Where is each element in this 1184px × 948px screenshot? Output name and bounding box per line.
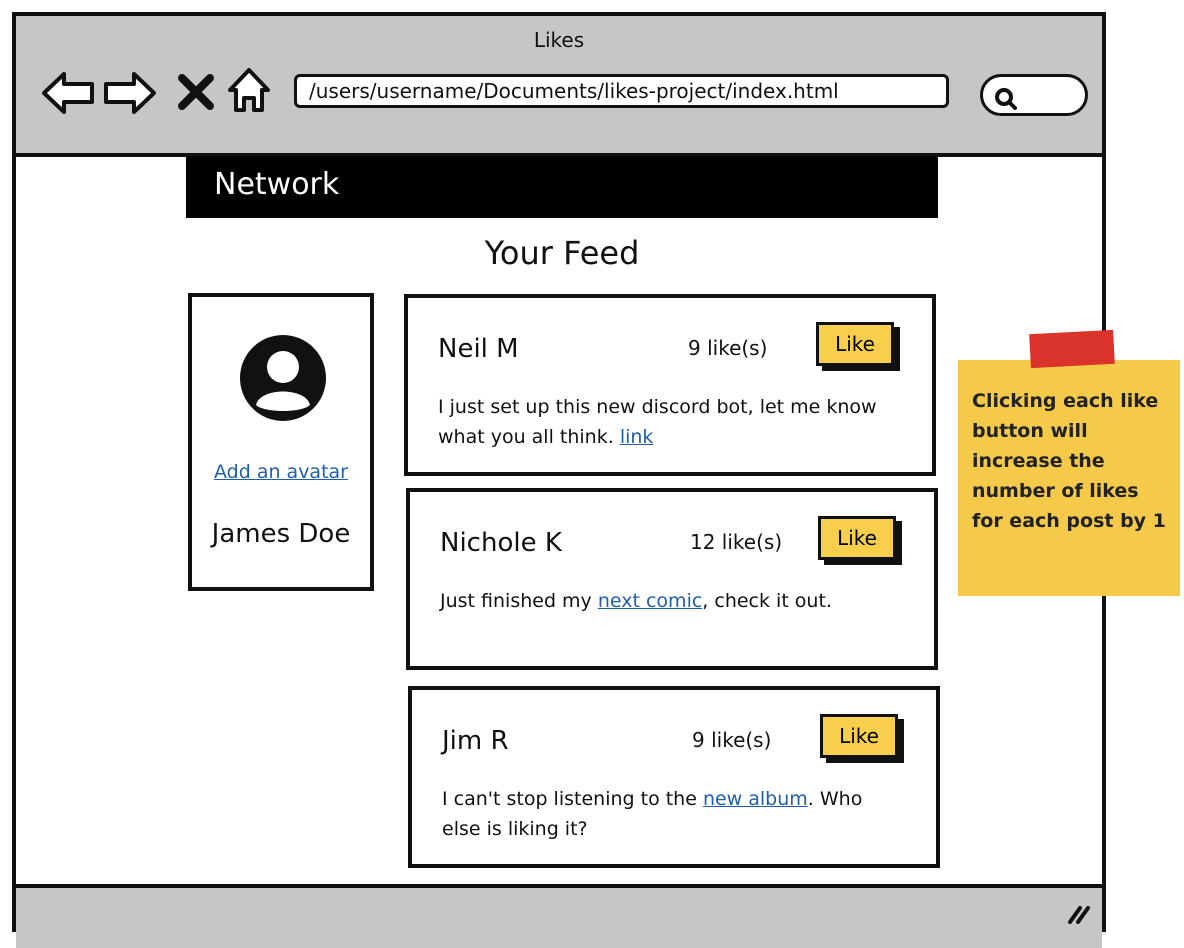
like-count: 9 like(s): [688, 336, 768, 360]
profile-card: Add an avatar James Doe: [188, 293, 374, 591]
profile-name: James Doe: [211, 519, 351, 549]
post-author: Jim R: [442, 726, 509, 756]
browser-window: Likes /users/username/Documents/likes-pr…: [12, 12, 1106, 948]
browser-chrome: Likes /users/username/Documents/likes-pr…: [16, 16, 1102, 157]
post-link[interactable]: new album: [703, 788, 808, 810]
search-icon: [995, 88, 1017, 110]
post-text-segment: , check it out.: [702, 590, 832, 612]
user-avatar-icon: [238, 333, 328, 427]
add-avatar-link[interactable]: Add an avatar: [192, 461, 370, 483]
like-button[interactable]: Like: [816, 322, 894, 366]
post-text: Just finished my next comic, check it ou…: [440, 586, 904, 616]
forward-arrow-icon[interactable]: [102, 70, 158, 120]
post-link[interactable]: link: [620, 426, 654, 448]
post-card: Jim R 9 like(s) Like I can't stop listen…: [408, 686, 940, 868]
like-button[interactable]: Like: [820, 714, 898, 758]
post-author: Nichole K: [440, 528, 562, 558]
sticky-note: Clicking each like button will increase …: [958, 360, 1180, 596]
post-text: I can't stop listening to the new album.…: [442, 784, 906, 844]
window-title: Likes: [533, 28, 585, 52]
back-arrow-icon[interactable]: [40, 70, 96, 120]
address-bar[interactable]: /users/username/Documents/likes-project/…: [294, 74, 949, 108]
post-text-segment: Just finished my: [440, 590, 598, 612]
note-tape: [1029, 329, 1115, 369]
like-count: 12 like(s): [690, 530, 783, 554]
post-text-segment: I just set up this new discord bot, let …: [438, 396, 877, 448]
resize-grip-icon[interactable]: [1064, 898, 1092, 930]
status-bar: [16, 884, 1102, 948]
post-card: Nichole K 12 like(s) Like Just finished …: [406, 488, 938, 670]
page-title: Your Feed: [484, 234, 640, 272]
post-link[interactable]: next comic: [598, 590, 702, 612]
stop-icon[interactable]: [176, 72, 216, 116]
like-count: 9 like(s): [692, 728, 772, 752]
home-icon[interactable]: [226, 66, 272, 120]
brand-title[interactable]: Network: [214, 167, 339, 202]
like-button[interactable]: Like: [818, 516, 896, 560]
post-author: Neil M: [438, 334, 519, 364]
post-text: I just set up this new discord bot, let …: [438, 392, 902, 452]
post-text-segment: I can't stop listening to the: [442, 788, 703, 810]
search-field[interactable]: [980, 74, 1088, 116]
post-card: Neil M 9 like(s) Like I just set up this…: [404, 294, 936, 476]
app-navbar: Network: [186, 156, 938, 218]
